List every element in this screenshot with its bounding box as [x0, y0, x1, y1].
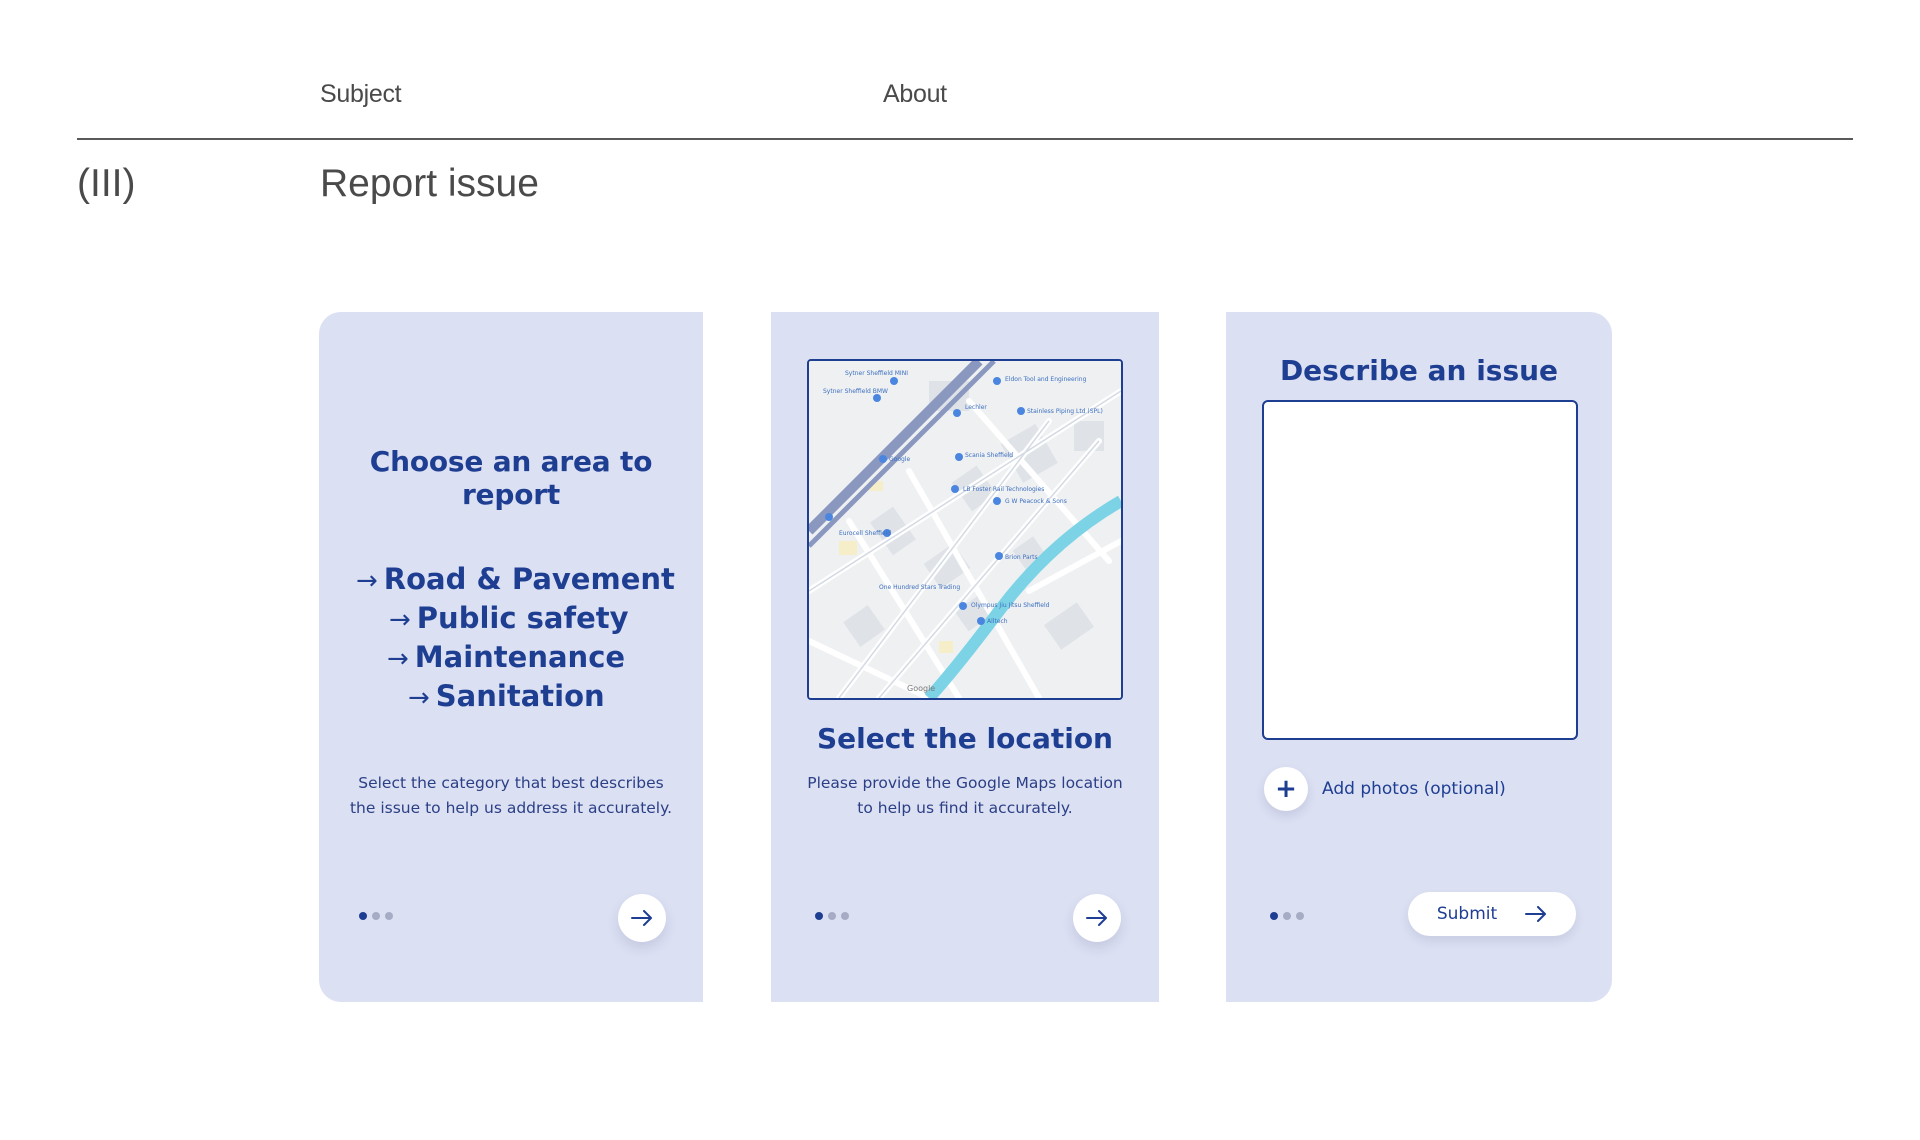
- map-label: LB Foster Rail Technologies: [963, 486, 1044, 493]
- page-dot-active: [815, 912, 823, 920]
- location-description-line: to help us find it accurately.: [857, 799, 1073, 817]
- column-header-about: About: [883, 80, 947, 108]
- location-description-line: Please provide the Google Maps location: [807, 774, 1123, 792]
- category-option-label: Public safety: [416, 601, 629, 635]
- category-option-public-safety[interactable]: → Public safety: [389, 601, 629, 635]
- arrow-right-icon: [1086, 910, 1107, 926]
- map-label: Olympus Jiu Jitsu Sheffield: [971, 602, 1050, 609]
- map-label: Eldon Tool and Engineering: [1005, 376, 1087, 383]
- arrow-right-icon: [1525, 906, 1547, 922]
- column-header-subject: Subject: [320, 80, 402, 108]
- map-label: Scania Sheffield: [965, 452, 1013, 459]
- category-description-line: the issue to help us address it accurate…: [349, 799, 673, 817]
- category-option-sanitation[interactable]: → Sanitation: [408, 679, 605, 713]
- page-indicator: [1270, 912, 1304, 920]
- page-dot: [841, 912, 849, 920]
- issue-description-field[interactable]: [1262, 400, 1578, 740]
- page-indicator: [359, 912, 393, 920]
- next-button[interactable]: [618, 894, 666, 942]
- page-dot-active: [359, 912, 367, 920]
- map-attribution: Google: [907, 684, 935, 693]
- location-heading: Select the location: [816, 722, 1113, 755]
- category-card: Choose an area to report → Road & Pavemen…: [319, 312, 703, 1002]
- page-dot: [372, 912, 380, 920]
- map-label: Sytner Sheffield BMW: [823, 388, 888, 395]
- describe-card: Describe an issue + Add photos (optional…: [1226, 312, 1612, 1002]
- submit-label: Submit: [1436, 904, 1498, 924]
- section-title: Report issue: [320, 162, 539, 205]
- describe-heading: Describe an issue: [1279, 354, 1559, 387]
- arrow-right-icon: →: [389, 605, 411, 635]
- category-description: Select the category that best describes …: [339, 771, 683, 821]
- location-map[interactable]: Sytner Sheffield MINI Sytner Sheffield B…: [807, 359, 1123, 700]
- section-number: (III): [77, 162, 136, 205]
- location-card: Sytner Sheffield MINI Sytner Sheffield B…: [771, 312, 1159, 1002]
- plus-icon[interactable]: +: [1264, 767, 1308, 811]
- category-option-label: Sanitation: [435, 679, 605, 713]
- map-label: Brion Parts: [1005, 554, 1038, 561]
- location-description: Please provide the Google Maps location …: [791, 771, 1139, 821]
- arrow-right-icon: →: [387, 644, 409, 674]
- page-dot: [1296, 912, 1304, 920]
- page-dot: [385, 912, 393, 920]
- add-photos-label: Add photos (optional): [1322, 779, 1506, 799]
- page-dot: [828, 912, 836, 920]
- submit-button[interactable]: Submit: [1408, 892, 1576, 936]
- arrow-right-icon: →: [356, 566, 378, 596]
- map-label: G W Peacock & Sons: [1005, 498, 1067, 505]
- category-option-maintenance[interactable]: → Maintenance: [387, 640, 625, 674]
- map-label: Google: [889, 456, 910, 463]
- category-heading: Choose an area to report: [369, 445, 653, 511]
- page-dot: [1283, 912, 1291, 920]
- category-option-label: Road & Pavement: [383, 562, 675, 596]
- header-divider: [77, 138, 1853, 140]
- page-indicator: [815, 912, 849, 920]
- add-photos[interactable]: + Add photos (optional): [1264, 767, 1506, 811]
- map-label: Sytner Sheffield MINI: [845, 370, 908, 377]
- next-button[interactable]: [1073, 894, 1121, 942]
- arrow-right-icon: →: [408, 683, 430, 713]
- map-label: Lechler: [965, 404, 987, 411]
- map-label: Eurocell Sheffield: [839, 530, 891, 537]
- category-option-road-pavement[interactable]: → Road & Pavement: [356, 562, 675, 596]
- arrow-right-icon: [631, 910, 652, 926]
- map-label: Stainless Piping Ltd (SPL): [1027, 408, 1103, 415]
- page-dot-active: [1270, 912, 1278, 920]
- category-description-line: Select the category that best describes: [358, 774, 664, 792]
- category-option-label: Maintenance: [414, 640, 626, 674]
- map-label: One Hundred Stars Trading: [879, 584, 960, 591]
- map-label: Alltech: [987, 618, 1008, 625]
